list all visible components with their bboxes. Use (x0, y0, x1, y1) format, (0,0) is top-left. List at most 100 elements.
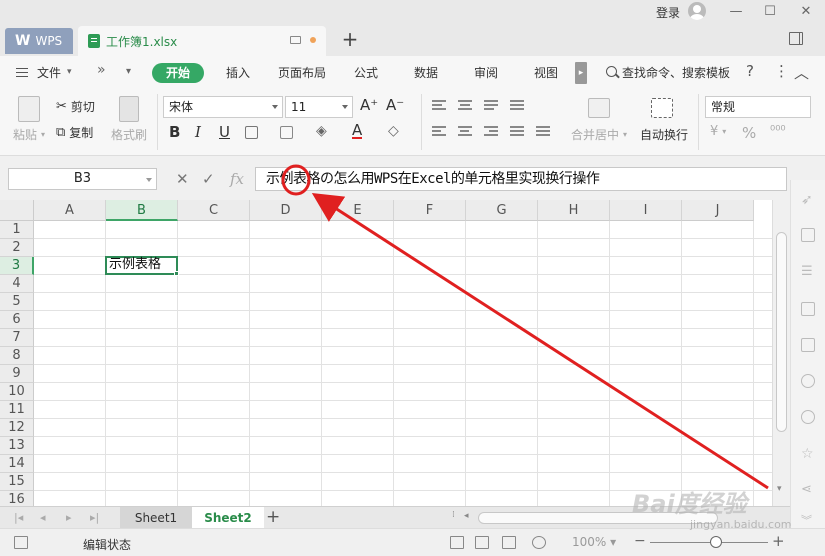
insert-function-icon[interactable]: fx (230, 170, 244, 188)
page-break-view-icon[interactable] (475, 536, 489, 549)
vertical-scrollbar[interactable]: ▾ (772, 200, 790, 506)
more-menu-icon[interactable]: » (97, 62, 106, 78)
format-painter-icon[interactable] (119, 96, 139, 122)
column-header-d[interactable]: D (250, 200, 322, 221)
zoom-slider-handle[interactable] (710, 536, 722, 548)
cut-button[interactable]: ✂ 剪切 (56, 98, 95, 115)
italic-button[interactable]: I (195, 123, 201, 141)
zoom-out-button[interactable]: − (634, 533, 646, 549)
column-header-f[interactable]: F (394, 200, 466, 221)
row-header-16[interactable]: 16 (0, 491, 34, 506)
document-icon[interactable] (801, 302, 815, 316)
command-search[interactable]: 查找命令、搜索模板 (622, 64, 730, 81)
select-cursor-icon[interactable]: ➶ (801, 192, 815, 208)
tab-view[interactable]: 视图 (534, 64, 558, 81)
help-circle-icon[interactable] (801, 410, 815, 424)
row-header-10[interactable]: 10 (0, 383, 34, 401)
maximize-button[interactable]: ☐ (760, 3, 780, 21)
clear-format-icon[interactable]: ◇ (388, 123, 399, 139)
scroll-left-icon[interactable]: ◂ (464, 511, 469, 521)
wrap-text-button[interactable]: 自动换行 (640, 126, 688, 143)
column-header-j[interactable]: J (682, 200, 754, 221)
paste-button[interactable]: 粘贴 ▾ (13, 126, 45, 143)
column-header-e[interactable]: E (322, 200, 394, 221)
copy-button[interactable]: ⧉ 复制 (56, 124, 93, 141)
wps-home-tab[interactable]: W WPS (5, 28, 73, 54)
align-bottom-icon[interactable] (484, 100, 498, 110)
active-cell-b3[interactable]: 示例表格 (105, 256, 179, 276)
row-header-9[interactable]: 9 (0, 365, 34, 383)
percent-button[interactable]: % (742, 124, 756, 142)
shapes-icon[interactable] (801, 228, 815, 242)
orientation-icon[interactable] (510, 100, 524, 110)
row-header-8[interactable]: 8 (0, 347, 34, 365)
column-header-h[interactable]: H (538, 200, 610, 221)
scroll-down-icon[interactable]: ▾ (777, 484, 782, 494)
tab-insert[interactable]: 插入 (226, 64, 250, 81)
underline-button[interactable]: U (219, 123, 230, 141)
borders-icon[interactable] (245, 126, 258, 139)
distributed-icon[interactable] (536, 126, 550, 136)
vertical-scroll-thumb[interactable] (776, 232, 787, 432)
zoom-slider[interactable] (650, 542, 768, 543)
merge-cells-icon[interactable] (588, 98, 610, 118)
quick-access-dropdown-icon[interactable]: ▾ (126, 66, 131, 77)
menu-scroll-right-button[interactable]: ▸ (575, 62, 587, 84)
file-dropdown-icon[interactable]: ▾ (67, 67, 72, 77)
font-size-select[interactable]: 11 (285, 96, 353, 118)
login-link[interactable]: 登录 (656, 4, 680, 21)
row-header-1[interactable]: 1 (0, 221, 34, 239)
row-header-12[interactable]: 12 (0, 419, 34, 437)
tab-home[interactable]: 开始 (152, 63, 204, 83)
row-header-5[interactable]: 5 (0, 293, 34, 311)
tab-page-layout[interactable]: 页面布局 (278, 64, 326, 81)
select-all-corner[interactable] (0, 200, 34, 221)
macro-record-icon[interactable] (14, 536, 28, 549)
bold-button[interactable]: B (169, 123, 180, 141)
wrap-text-icon[interactable] (651, 98, 673, 118)
share-icon[interactable]: ⋖ (801, 482, 815, 497)
add-sheet-button[interactable]: + (266, 507, 280, 527)
column-header-a[interactable]: A (34, 200, 106, 221)
currency-button[interactable]: ¥ ▾ (710, 124, 726, 139)
cancel-edit-icon[interactable]: ✕ (176, 170, 189, 188)
user-avatar-icon[interactable] (688, 2, 706, 20)
new-tab-button[interactable]: + (340, 28, 360, 50)
hamburger-menu-icon[interactable] (16, 68, 28, 77)
row-header-14[interactable]: 14 (0, 455, 34, 473)
fill-color-icon[interactable]: ◈ (316, 123, 327, 139)
tab-splitter-icon[interactable]: ⁞ (452, 510, 455, 520)
column-header-g[interactable]: G (466, 200, 538, 221)
star-icon[interactable]: ☆ (801, 446, 815, 462)
font-color-icon[interactable]: A (352, 123, 363, 139)
fill-handle[interactable] (174, 271, 179, 276)
first-sheet-icon[interactable]: |◂ (14, 511, 23, 524)
collapse-ribbon-icon[interactable]: ︿ (794, 62, 809, 83)
merge-center-button[interactable]: 合并居中 ▾ (571, 126, 627, 143)
image-icon[interactable] (801, 338, 815, 352)
reading-mode-icon[interactable] (532, 536, 546, 549)
row-header-6[interactable]: 6 (0, 311, 34, 329)
tab-review[interactable]: 审阅 (474, 64, 498, 81)
formula-input[interactable]: 示例表格の怎么用WPS在Excel的单元格里实现换行操作 (255, 167, 787, 191)
number-format-select[interactable]: 常规 (705, 96, 811, 118)
decrease-font-button[interactable]: A⁻ (386, 96, 404, 114)
last-sheet-icon[interactable]: ▸| (90, 511, 99, 524)
name-box[interactable]: B3 (8, 168, 157, 190)
font-name-select[interactable]: 宋体 (163, 96, 283, 118)
row-header-13[interactable]: 13 (0, 437, 34, 455)
page-layout-view-icon[interactable] (502, 536, 516, 549)
row-header-11[interactable]: 11 (0, 401, 34, 419)
confirm-edit-icon[interactable]: ✓ (202, 170, 215, 188)
format-painter-button[interactable]: 格式刷 (111, 126, 147, 143)
zoom-level[interactable]: 100% ▾ (572, 535, 616, 549)
align-center-icon[interactable] (458, 126, 472, 136)
collapse-panel-icon[interactable]: ︾ (801, 512, 815, 527)
close-button[interactable]: ✕ (796, 3, 816, 21)
column-header-b[interactable]: B (106, 200, 178, 221)
prev-sheet-icon[interactable]: ◂ (40, 511, 46, 524)
file-menu[interactable]: 文件 (37, 64, 61, 81)
workbook-tab[interactable]: 工作簿1.xlsx (78, 26, 326, 56)
search-icon[interactable] (606, 66, 617, 77)
monitor-icon[interactable] (290, 36, 301, 44)
